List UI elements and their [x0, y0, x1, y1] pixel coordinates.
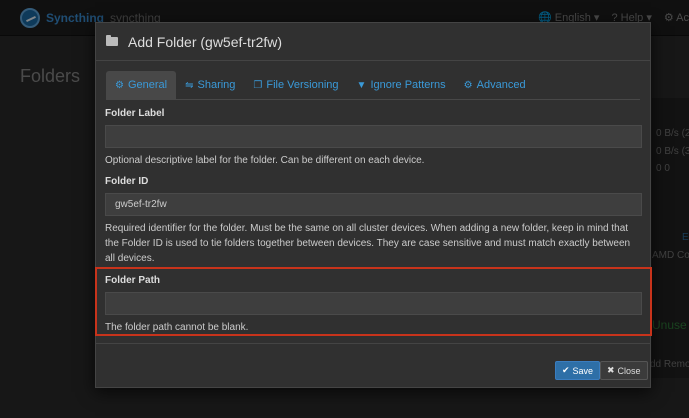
tab-label: Advanced: [476, 79, 526, 91]
modal-header: Add Folder (gw5ef-tr2fw): [96, 23, 650, 61]
tab-label: Sharing: [197, 79, 236, 91]
tab-sharing[interactable]: ⇋ Sharing: [176, 71, 244, 99]
tab-general[interactable]: ⚙ General: [106, 71, 177, 99]
share-icon: ⇋: [185, 79, 194, 91]
cogs-icon: ⚙: [463, 79, 473, 91]
tab-label: Ignore Patterns: [370, 79, 446, 91]
tab-divider: [106, 99, 640, 100]
close-label: Close: [617, 365, 641, 376]
folder-label-heading: Folder Label: [105, 108, 165, 119]
folder-label-group: Folder Label Optional descriptive label …: [105, 108, 642, 168]
modal-footer-divider: [96, 343, 650, 344]
folder-label-help: Optional descriptive label for the folde…: [105, 155, 425, 166]
filter-icon: ▼: [356, 79, 367, 91]
tab-advanced[interactable]: ⚙ Advanced: [455, 71, 535, 99]
close-icon: ✖: [607, 365, 615, 375]
tab-label: General: [127, 79, 168, 91]
check-icon: ✔: [562, 365, 570, 375]
folder-icon: [106, 35, 118, 46]
tab-bar: ⚙ General ⇋ Sharing ❐ File Versioning ▼ …: [106, 71, 535, 99]
copy-icon: ❐: [253, 79, 263, 91]
tab-file-versioning[interactable]: ❐ File Versioning: [244, 71, 347, 99]
folder-id-group: Folder ID gw5ef-tr2fw Required identifie…: [105, 176, 642, 266]
tab-label: File Versioning: [266, 79, 339, 91]
gear-icon: ⚙: [115, 79, 124, 91]
save-label: Save: [572, 365, 594, 376]
folder-id-input[interactable]: gw5ef-tr2fw: [105, 193, 642, 216]
modal-title: Add Folder (gw5ef-tr2fw): [128, 33, 283, 50]
close-button[interactable]: ✖ Close: [600, 361, 648, 380]
folder-id-help: Required identifier for the folder. Must…: [105, 223, 631, 264]
folder-id-heading: Folder ID: [105, 176, 149, 187]
folder-label-input[interactable]: [105, 125, 642, 148]
folder-path-error-highlight: [95, 267, 652, 336]
tab-ignore-patterns[interactable]: ▼ Ignore Patterns: [348, 71, 455, 99]
save-button[interactable]: ✔ Save: [555, 361, 601, 380]
